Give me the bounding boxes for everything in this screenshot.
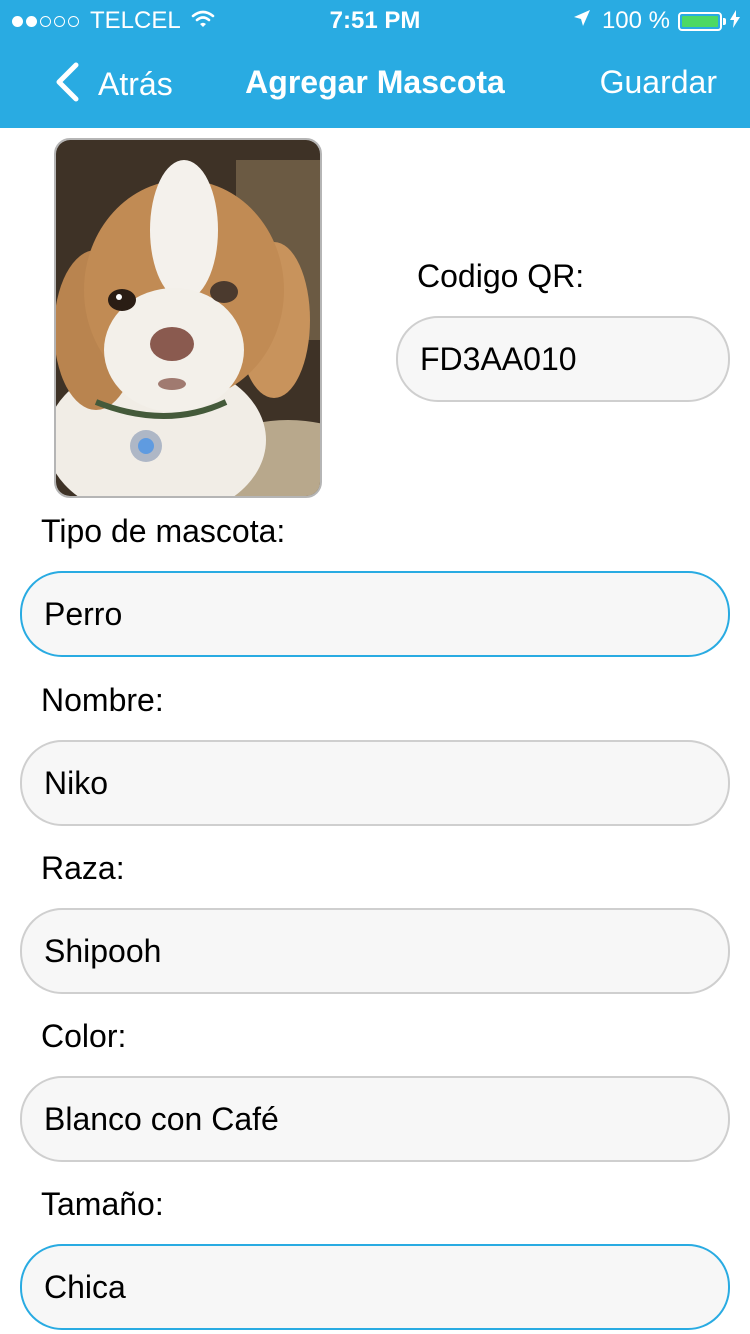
breed-field[interactable]: Shipooh: [20, 908, 730, 994]
location-arrow-icon: [572, 7, 592, 35]
status-bar: TELCEL 7:51 PM 100 %: [0, 0, 750, 40]
battery-percent: 100 %: [601, 7, 670, 34]
navigation-bar: Atrás Agregar Mascota Guardar: [0, 40, 750, 128]
pet-type-field[interactable]: Perro: [20, 571, 730, 657]
size-label: Tamaño:: [41, 1186, 164, 1222]
pet-photo[interactable]: [54, 138, 322, 498]
battery-icon: [678, 11, 726, 31]
charging-bolt-icon: [730, 7, 740, 35]
status-right: 100 %: [572, 7, 740, 35]
top-bar: TELCEL 7:51 PM 100 % Atrás Agregar Masco…: [0, 0, 750, 128]
back-label: Atrás: [98, 66, 173, 102]
save-button[interactable]: Guardar: [600, 64, 717, 101]
color-label: Color:: [41, 1018, 127, 1054]
back-button[interactable]: Atrás: [54, 62, 173, 107]
name-field[interactable]: Niko: [20, 740, 730, 826]
name-label: Nombre:: [41, 682, 164, 718]
color-field[interactable]: Blanco con Café: [20, 1076, 730, 1162]
dog-photo-image: [56, 140, 320, 496]
chevron-left-icon: [54, 62, 80, 107]
breed-label: Raza:: [41, 850, 125, 886]
qr-code-label: Codigo QR:: [417, 258, 585, 294]
battery-level-fill: [682, 15, 718, 27]
qr-code-field[interactable]: FD3AA010: [396, 316, 730, 402]
pet-type-label: Tipo de mascota:: [41, 513, 286, 549]
size-field[interactable]: Chica: [20, 1244, 730, 1330]
